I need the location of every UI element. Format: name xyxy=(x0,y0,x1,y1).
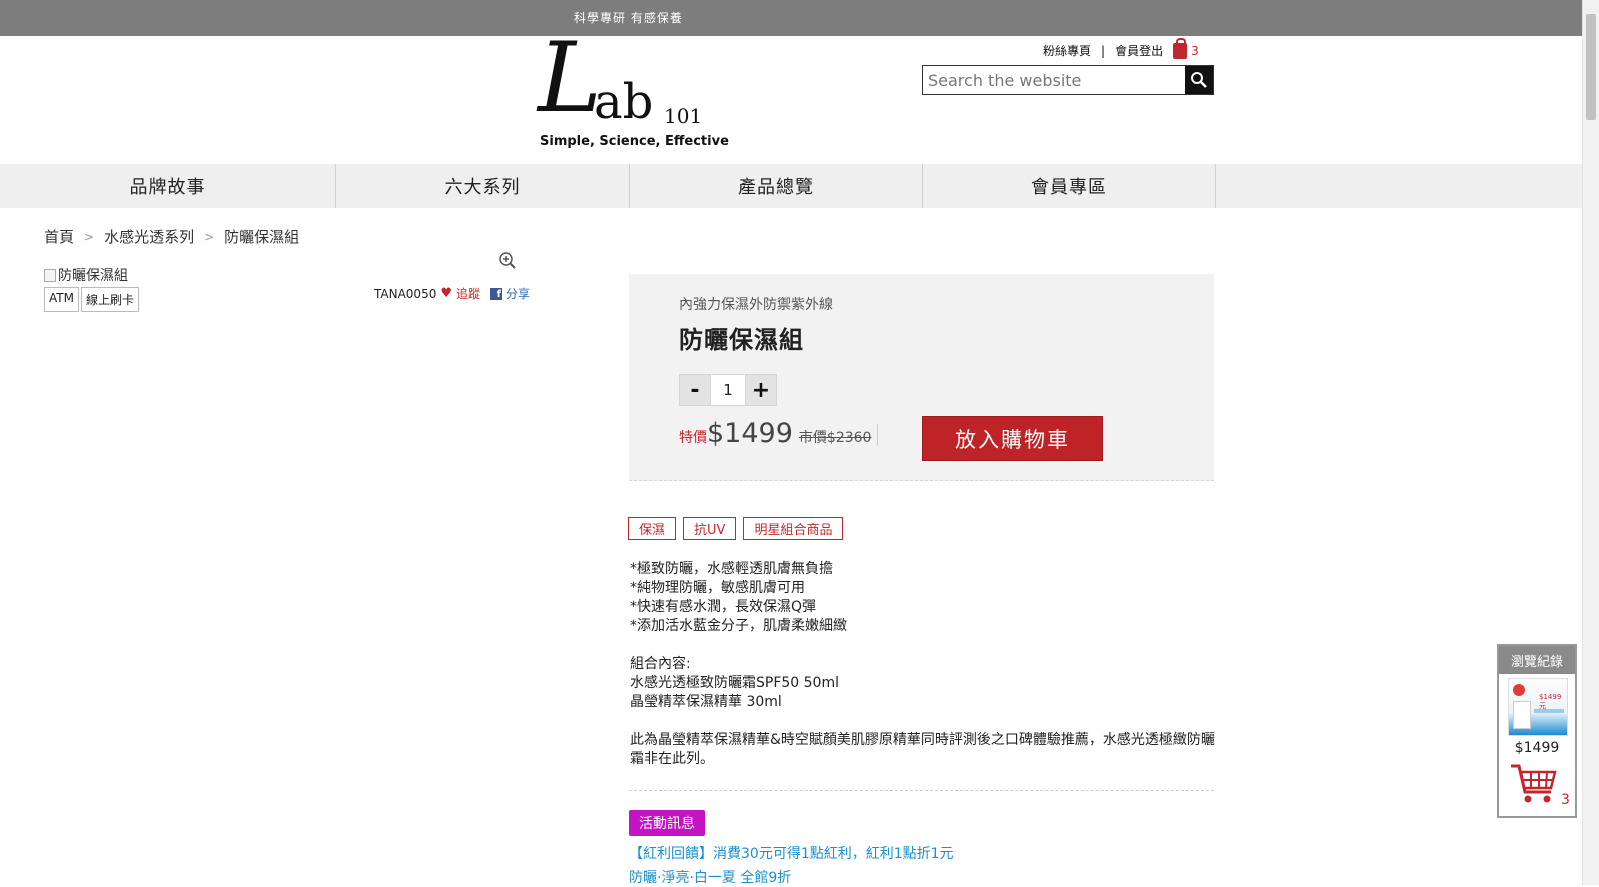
tag-anti-uv[interactable]: 抗UV xyxy=(683,517,737,540)
breadcrumb-separator: > xyxy=(204,229,215,244)
set-contents-title: 組合內容: xyxy=(630,656,691,672)
link-separator: | xyxy=(1101,43,1106,58)
set-item: 水感光透極致防曬霜SPF50 50ml xyxy=(630,675,839,691)
search-bar xyxy=(922,65,1214,95)
shopping-bag-icon xyxy=(1173,37,1188,59)
nav-item-all-products[interactable]: 產品總覽 xyxy=(630,164,923,208)
main-nav: 品牌故事 六大系列 產品總覽 會員專區 xyxy=(0,164,1582,208)
history-cart-count: 3 xyxy=(1561,792,1570,808)
quantity-stepper: - 1 + xyxy=(679,374,777,406)
payment-tag-card: 線上刷卡 xyxy=(80,287,139,312)
add-to-cart-button[interactable]: 放入購物車 xyxy=(922,416,1103,461)
history-price: $1499 xyxy=(1514,740,1560,756)
breadcrumb: 首頁 > 水感光透系列 > 防曬保濕組 xyxy=(44,226,299,247)
price-divider xyxy=(877,424,878,446)
share-link[interactable]: 分享 xyxy=(506,285,530,302)
desc-line: *快速有感水潤，長效保濕Q彈 xyxy=(630,599,817,615)
lab101-logo[interactable]: L ab 101 Simple, Science, Effective xyxy=(538,30,729,154)
fans-page-link[interactable]: 粉絲專頁 xyxy=(1043,42,1091,59)
qty-input[interactable]: 1 xyxy=(711,374,745,406)
history-product-thumb[interactable]: $1499元 xyxy=(1508,678,1568,736)
product-description: *極致防曬，水感輕透肌膚無負擔 *純物理防曬，敏感肌膚可用 *快速有感水潤，長效… xyxy=(630,560,1218,769)
shopping-cart-icon[interactable] xyxy=(1509,762,1559,806)
section-divider xyxy=(629,790,1214,791)
thumb-bottle xyxy=(1513,701,1531,729)
page-scrollbar[interactable] xyxy=(1582,0,1599,885)
original-price: 市價$2360 xyxy=(798,430,872,446)
product-image-alt: 防曬保濕組 xyxy=(58,268,128,284)
tag-moisturize[interactable]: 保濕 xyxy=(628,517,677,540)
event-link-bonus[interactable]: 【紅利回饋】消費30元可得1點紅利，紅利1點折1元 xyxy=(629,843,954,863)
set-item: 晶瑩精萃保濕精華 30ml xyxy=(630,694,782,710)
track-link[interactable]: 追蹤 xyxy=(456,285,480,302)
product-name: 防曬保濕組 xyxy=(679,326,804,354)
breadcrumb-separator: > xyxy=(84,229,95,244)
product-tags: 保濕 抗UV 明星組合商品 xyxy=(628,517,844,540)
zoom-in-icon[interactable] xyxy=(498,251,518,271)
sale-price: $1499 xyxy=(707,418,793,449)
logout-link[interactable]: 會員登出 xyxy=(1115,42,1163,59)
header-cart-count: 3 xyxy=(1191,43,1199,58)
event-badge: 活動訊息 xyxy=(629,810,705,836)
logo-number: 101 xyxy=(664,104,703,128)
event-link-sale[interactable]: 防曬·淨亮·白一夏 全館9折 xyxy=(629,867,791,887)
logo-tagline: Simple, Science, Effective xyxy=(540,134,729,149)
qty-minus-button[interactable]: - xyxy=(679,374,711,406)
scrollbar-thumb[interactable] xyxy=(1586,14,1596,120)
product-image[interactable]: 防曬保濕組 xyxy=(44,265,128,285)
search-button[interactable] xyxy=(1185,66,1213,94)
top-announcement-bar: 科學專研 有感保養 xyxy=(0,0,1582,36)
desc-line: *極致防曬，水感輕透肌膚無負擔 xyxy=(630,561,833,577)
logo-letter-l: L xyxy=(538,22,602,134)
product-subtitle: 內強力保濕外防禦紫外線 xyxy=(679,297,833,313)
nav-item-six-series[interactable]: 六大系列 xyxy=(336,164,630,208)
desc-note: 此為晶瑩精萃保濕精華&時空賦顏美肌膠原精華同時評測後之口碑體驗推薦，水感光透極緻… xyxy=(630,732,1215,767)
browse-history-panel: 瀏覽紀錄 $1499元 $1499 3 xyxy=(1497,644,1577,818)
product-purchase-box: 內強力保濕外防禦紫外線 防曬保濕組 - 1 + 特價 $1499 市價$2360… xyxy=(629,274,1214,481)
search-icon xyxy=(1191,72,1207,88)
payment-tags: ATM 線上刷卡 xyxy=(44,287,139,312)
desc-line: *添加活水藍金分子，肌膚柔嫩細緻 xyxy=(630,618,847,634)
sale-price-label: 特價 xyxy=(679,430,707,446)
logo-letters-ab: ab xyxy=(594,74,654,130)
breadcrumb-current: 防曬保濕組 xyxy=(224,228,300,246)
thumb-badge xyxy=(1513,684,1525,696)
header-cart[interactable]: 3 xyxy=(1173,37,1199,59)
breadcrumb-home[interactable]: 首頁 xyxy=(44,226,74,247)
qty-plus-button[interactable]: + xyxy=(745,374,777,406)
nav-item-brand-story[interactable]: 品牌故事 xyxy=(0,164,336,208)
desc-line: *純物理防曬，敏感肌膚可用 xyxy=(630,580,805,596)
heart-icon[interactable]: ♥ xyxy=(440,286,452,301)
search-input[interactable] xyxy=(923,66,1185,94)
product-meta-row: TANA0050 ♥ 追蹤 f 分享 xyxy=(374,285,530,302)
broken-image-icon xyxy=(44,268,56,282)
breadcrumb-series[interactable]: 水感光透系列 xyxy=(104,226,194,247)
history-title: 瀏覽紀錄 xyxy=(1499,646,1575,674)
product-code: TANA0050 xyxy=(374,286,437,301)
header-links: 粉絲專頁 | 會員登出 3 xyxy=(1043,37,1199,59)
nav-item-member-zone[interactable]: 會員專區 xyxy=(923,164,1216,208)
facebook-icon[interactable]: f xyxy=(490,287,503,300)
thumb-stripe xyxy=(1534,709,1564,713)
payment-tag-atm: ATM xyxy=(44,287,79,312)
price-block: 特價 $1499 市價$2360 xyxy=(679,418,871,449)
tag-star-set[interactable]: 明星組合商品 xyxy=(743,517,844,540)
